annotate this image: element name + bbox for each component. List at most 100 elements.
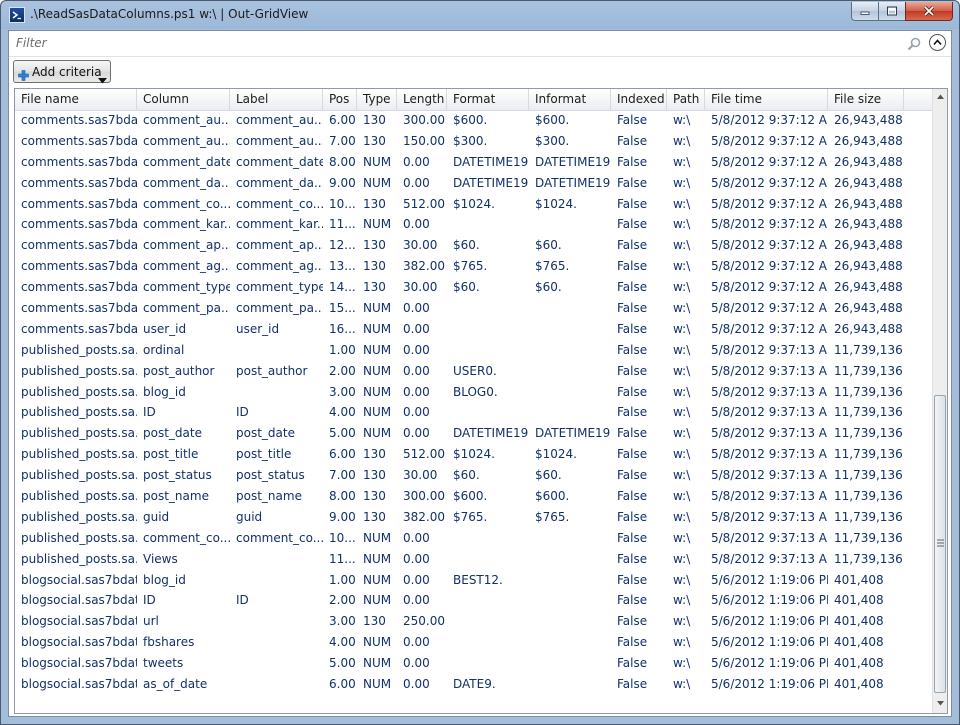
scroll-up-button[interactable] [933,89,947,104]
cell-length: 0.00 [403,301,430,316]
table-row[interactable]: blogsocial.sas7bdat blog_id 1.00 NUM 0.00 BES… [15,570,932,591]
cell-label [230,382,323,403]
table-row[interactable]: comments.sas7bdat comment_date comment_dat… [15,152,932,173]
cell-type: 130 [363,280,386,295]
cell-filetime: 5/8/2012 9:37:13 AM [711,342,828,357]
cell-label: comment_ag... [236,259,323,274]
table-row[interactable]: comments.sas7bdat comment_da... comment_da… [15,173,932,194]
scroll-thumb[interactable] [934,395,946,693]
table-row[interactable]: published_posts.sa... post_status post_sta… [15,465,932,486]
cell-indexed: False [617,614,648,629]
cell-indexed: False [617,489,648,504]
cell-format: DATE9. [453,677,496,692]
cell-format [447,590,529,611]
table-row[interactable]: blogsocial.sas7bdat tweets 5.00 NUM 0.00 Fals… [15,653,932,674]
cell-indexed: False [617,238,648,253]
table-row[interactable]: comments.sas7bdat comment_au... comment_au… [15,110,932,131]
cell-filetime: 5/8/2012 9:37:13 AM [711,405,828,420]
cell-format: $1024. [453,196,495,211]
cell-pos: 11... [329,217,356,232]
table-row[interactable]: comments.sas7bdat comment_pa... comment_pa… [15,298,932,319]
cell-pos: 9.00 [329,509,356,524]
table-row[interactable]: published_posts.sa... post_name post_name 8… [15,486,932,507]
title-bar[interactable]: .\ReadSasDataColumns.ps1 w:\ | Out-GridV… [1,1,959,29]
column-header-format[interactable]: Format [447,89,529,110]
cell-path: w:\ [673,113,691,127]
table-row[interactable]: published_posts.sa... ID ID 4.00 NUM 0.00 Fals… [15,402,932,423]
cell-filesize: 26,943,488 [834,321,903,336]
table-row[interactable]: blogsocial.sas7bdat fbshares 4.00 NUM 0.00 Fa… [15,632,932,653]
cell-length: 0.00 [403,635,430,650]
cell-filetime: 5/8/2012 9:37:12 AM [711,113,828,127]
column-header-type[interactable]: Type [357,89,397,110]
column-header-file[interactable]: File name [15,89,137,110]
search-icon[interactable] [907,36,921,55]
cell-informat: DATETIME19. [535,154,611,169]
table-row[interactable]: blogsocial.sas7bdat as_of_date 6.00 NUM 0.00… [15,674,932,695]
column-header-column[interactable]: Column [137,89,230,110]
table-row[interactable]: comments.sas7bdat user_id user_id 16... NUM 0… [15,319,932,340]
cell-format [447,528,529,549]
column-header-pos[interactable]: Pos [323,89,357,110]
table-row[interactable]: comments.sas7bdat comment_co... comment_co… [15,194,932,215]
cell-length: 0.00 [403,572,430,587]
cell-filetime: 5/6/2012 1:19:06 PM [711,614,828,629]
table-row[interactable]: published_posts.sa... post_title post_titl… [15,444,932,465]
table-row[interactable]: published_posts.sa... post_author post_aut… [15,361,932,382]
cell-filesize: 11,739,136 [834,509,903,524]
cell-type: 130 [363,447,386,462]
cell-column: comment_da... [143,175,230,190]
table-row[interactable]: comments.sas7bdat comment_ag... comment_ag… [15,256,932,277]
cell-filetime: 5/8/2012 9:37:12 AM [711,238,828,253]
cell-filesize: 26,943,488 [834,113,903,127]
cell-length: 150.00 [403,133,445,148]
table-row[interactable]: published_posts.sa... guid guid 9.00 130 382.… [15,507,932,528]
cell-pos: 11... [329,551,356,566]
cell-file: published_posts.sa... [21,342,137,357]
table-row[interactable]: comments.sas7bdat comment_kar... comment_k… [15,214,932,235]
table-row[interactable]: comments.sas7bdat comment_type comment_typ… [15,277,932,298]
column-header-path[interactable]: Path [667,89,705,110]
table-row[interactable]: published_posts.sa... post_date post_date 5… [15,423,932,444]
dropdown-arrow-icon [98,69,107,88]
column-header-length[interactable]: Length [397,89,447,110]
table-row[interactable]: published_posts.sa... Views 11... NUM 0.00 Fa… [15,549,932,570]
cell-informat: DATETIME19. [535,175,611,190]
cell-type: NUM [363,301,392,316]
column-header-filesize[interactable]: File size [828,89,904,110]
cell-indexed: False [617,301,648,316]
table-row[interactable]: comments.sas7bdat comment_au... comment_au… [15,131,932,152]
cell-indexed: False [617,113,648,127]
cell-filesize: 11,739,136 [834,551,903,566]
table-row[interactable]: blogsocial.sas7bdat ID ID 2.00 NUM 0.00 False w… [15,590,932,611]
maximize-button[interactable] [878,2,906,21]
table-row[interactable]: published_posts.sa... ordinal 1.00 NUM 0.00 F… [15,340,932,361]
scroll-down-button[interactable] [933,696,947,711]
cell-file: published_posts.sa... [21,489,137,504]
column-header-informat[interactable]: Informat [529,89,611,110]
table-row[interactable]: published_posts.sa... blog_id 3.00 NUM 0.00 B… [15,382,932,403]
minimize-button[interactable] [851,2,879,21]
cell-format: $765. [453,509,488,524]
cell-length: 0.00 [403,656,430,671]
cell-label [230,570,323,591]
table-row[interactable]: comments.sas7bdat comment_ap... comment_ap… [15,235,932,256]
cell-filetime: 5/8/2012 9:37:12 AM [711,280,828,295]
collapse-criteria-button[interactable] [929,34,946,51]
column-header-indexed[interactable]: Indexed [611,89,667,110]
cell-format: DATETIME19. [453,154,529,169]
add-criteria-label: Add criteria [32,65,102,79]
column-header-label[interactable]: Label [230,89,323,110]
cell-label: comment_date [236,154,323,169]
cell-label: comment_pa... [236,301,323,316]
close-button[interactable] [905,2,953,21]
vertical-scrollbar[interactable] [932,89,947,713]
cell-filesize: 401,408 [834,572,884,587]
table-row[interactable]: published_posts.sa... comment_co... commen… [15,528,932,549]
add-criteria-button[interactable]: Add criteria [13,60,111,84]
cell-informat [529,319,611,340]
table-row[interactable]: blogsocial.sas7bdat url 3.00 130 250.00 False… [15,611,932,632]
filter-input[interactable] [11,33,926,53]
column-header-filetime[interactable]: File time [705,89,828,110]
data-grid: File name Column Label Pos Type Length Format I… [14,88,948,714]
